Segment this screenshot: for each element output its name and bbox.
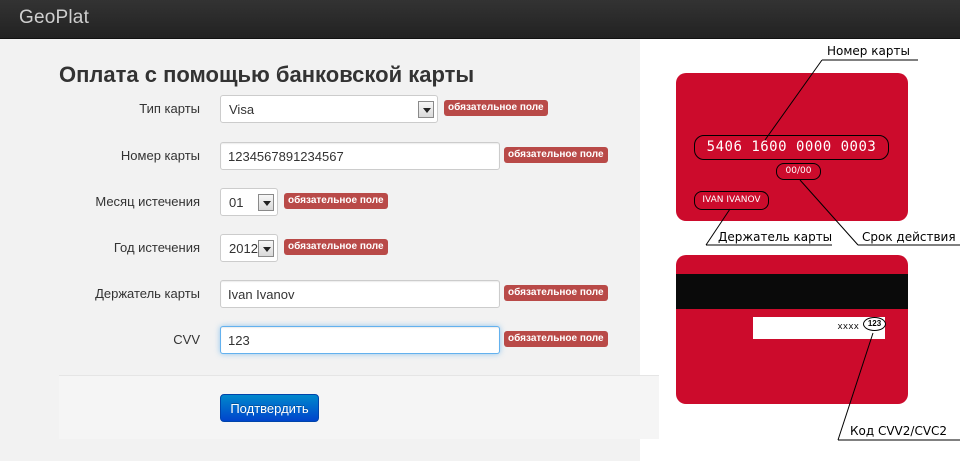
form-row-card-type: Тип карты Visa обязательное поле: [0, 95, 640, 123]
signature-text: xxxx: [837, 322, 859, 332]
required-badge: обязательное поле: [504, 147, 608, 163]
submit-button[interactable]: Подтвердить: [220, 394, 319, 422]
card-back-image: xxxx 123: [676, 255, 908, 404]
form-row-card-holder: Держатель карты обязательное поле: [0, 280, 640, 308]
card-type-value: Visa: [229, 102, 255, 117]
card-front-number: 5406 1600 0000 0003: [694, 135, 889, 160]
form-row-exp-month: Месяц истечения 01 обязательное поле: [0, 188, 640, 216]
chevron-down-icon[interactable]: [418, 101, 434, 118]
callout-card-holder: Держатель карты: [718, 230, 833, 244]
card-number-input[interactable]: [220, 142, 500, 170]
callout-cvv: Код CVV2/CVC2: [850, 424, 948, 438]
required-badge: обязательное поле: [284, 193, 388, 209]
card-number-label: Номер карты: [120, 148, 200, 163]
required-badge: обязательное поле: [284, 239, 388, 255]
card-type-label: Тип карты: [139, 101, 200, 116]
required-badge: обязательное поле: [444, 100, 548, 116]
card-front-holder: IVAN IVANOV: [694, 191, 769, 210]
cvv-label: CVV: [173, 332, 200, 347]
callout-expiry: Срок действия: [862, 230, 956, 244]
magnetic-stripe: [676, 274, 908, 309]
exp-month-select[interactable]: 01: [220, 188, 278, 216]
form-row-card-number: Номер карты обязательное поле: [0, 142, 640, 170]
form-actions: Подтвердить: [59, 375, 659, 439]
form-row-cvv: CVV обязательное поле: [0, 326, 640, 354]
card-holder-input[interactable]: [220, 280, 500, 308]
card-back-cvv: 123: [863, 317, 886, 331]
top-navbar: GeoPlat: [0, 0, 960, 39]
chevron-down-icon[interactable]: [258, 240, 274, 257]
exp-year-select[interactable]: 2012: [220, 234, 278, 262]
card-front-expiry: 00/00: [776, 163, 821, 180]
callout-card-number: Номер карты: [827, 44, 910, 58]
exp-month-label: Месяц истечения: [95, 194, 200, 209]
page-title: Оплата с помощью банковской карты: [59, 62, 475, 87]
brand-logo[interactable]: GeoPlat: [19, 7, 89, 29]
form-row-exp-year: Год истечения 2012 обязательное поле: [0, 234, 640, 262]
exp-year-value: 2012: [229, 241, 258, 256]
required-badge: обязательное поле: [504, 331, 608, 347]
exp-month-value: 01: [229, 195, 244, 210]
exp-year-label: Год истечения: [113, 240, 200, 255]
card-type-select[interactable]: Visa: [220, 95, 438, 123]
required-badge: обязательное поле: [504, 285, 608, 301]
chevron-down-icon[interactable]: [258, 194, 274, 211]
cvv-input[interactable]: [220, 326, 500, 354]
card-holder-label: Держатель карты: [95, 286, 200, 301]
